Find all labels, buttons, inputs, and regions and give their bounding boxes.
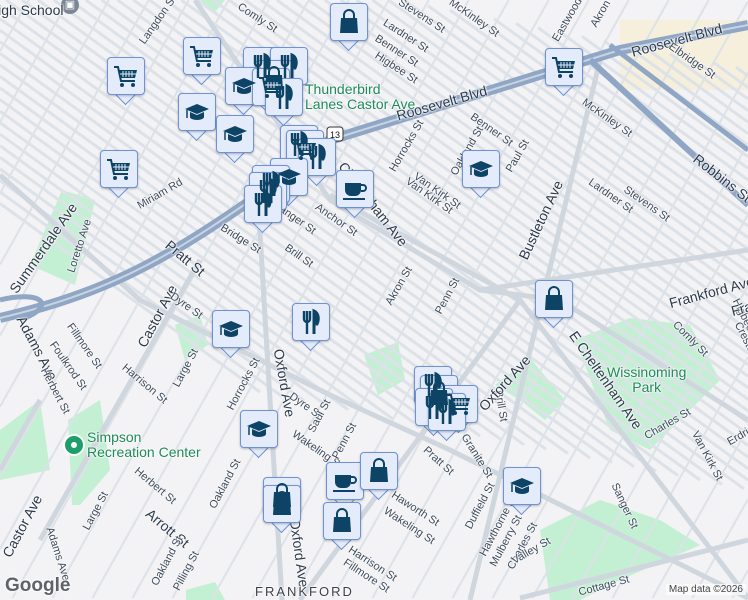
marker-body[interactable] — [323, 502, 361, 540]
shopping-bag-icon — [273, 491, 291, 515]
graduation-cap-icon — [223, 126, 247, 142]
marker-body[interactable] — [292, 303, 330, 341]
marker-shopping-cart[interactable] — [107, 57, 145, 106]
marker-body[interactable] — [326, 462, 364, 500]
marker-body[interactable] — [263, 485, 301, 523]
poi-simpson-recreation-center[interactable]: Simpson Recreation Center — [87, 430, 201, 460]
marker-body[interactable] — [535, 280, 573, 318]
marker-body[interactable] — [107, 57, 145, 95]
marker-graduation-cap[interactable] — [462, 150, 500, 199]
marker-body[interactable] — [298, 138, 336, 176]
shopping-bag-icon — [545, 286, 563, 310]
marker-body[interactable] — [336, 170, 374, 208]
street-label: High School — [0, 2, 64, 18]
graduation-cap-icon — [247, 421, 271, 437]
marker-restaurant[interactable] — [292, 303, 330, 352]
graduation-cap-icon — [232, 78, 256, 94]
shopping-cart-icon — [190, 46, 213, 67]
marker-shopping-bag[interactable] — [330, 3, 368, 52]
marker-shopping-bag[interactable] — [323, 502, 361, 551]
marker-body[interactable] — [503, 467, 541, 505]
marker-body[interactable] — [330, 3, 368, 41]
graduation-cap-icon — [469, 161, 493, 177]
marker-graduation-cap[interactable] — [216, 115, 254, 164]
marker-shopping-cart[interactable] — [545, 48, 583, 97]
shopping-cart-icon — [107, 159, 130, 180]
marker-graduation-cap[interactable] — [503, 467, 541, 516]
coffee-cup-icon — [343, 183, 367, 200]
marker-body[interactable] — [462, 150, 500, 188]
marker-graduation-cap[interactable] — [178, 93, 216, 142]
marker-shopping-cart[interactable] — [100, 150, 138, 199]
google-logo[interactable]: Google — [5, 575, 70, 597]
graduation-cap-icon — [219, 321, 243, 337]
map-attribution[interactable]: Map data ©2026 — [665, 584, 746, 595]
marker-shopping-bag[interactable] — [360, 452, 398, 501]
marker-coffee-cup[interactable] — [336, 170, 374, 219]
marker-body[interactable] — [178, 93, 216, 131]
restaurant-icon — [302, 308, 320, 334]
marker-body[interactable] — [100, 150, 138, 188]
marker-body[interactable] — [212, 310, 250, 348]
marker-restaurant[interactable] — [244, 185, 282, 234]
coffee-cup-icon — [333, 475, 357, 492]
restaurant-icon — [308, 143, 326, 169]
marker-shopping-bag[interactable] — [535, 280, 573, 329]
graduation-cap-icon — [510, 478, 534, 494]
poi-thunderbird-lanes[interactable]: Thunderbird Lanes Castor Ave — [305, 82, 415, 112]
marker-body[interactable] — [216, 115, 254, 153]
marker-body[interactable] — [545, 48, 583, 86]
restaurant-icon — [254, 190, 272, 216]
marker-body[interactable] — [240, 410, 278, 448]
district-label: FRANKFORD — [255, 584, 354, 599]
marker-graduation-cap[interactable] — [212, 310, 250, 359]
marker-body[interactable] — [360, 452, 398, 490]
marker-body[interactable] — [183, 37, 221, 75]
marker-shopping-cart[interactable] — [183, 37, 221, 86]
restaurant-icon — [275, 83, 293, 109]
shopping-cart-icon — [552, 57, 575, 78]
shopping-bag-icon — [333, 508, 351, 532]
shopping-bag-icon — [370, 458, 388, 482]
marker-body[interactable] — [428, 393, 466, 431]
shopping-bag-icon — [340, 9, 358, 33]
restaurant-icon — [438, 398, 456, 424]
marker-restaurant[interactable] — [428, 393, 466, 442]
shopping-cart-icon — [114, 66, 137, 87]
marker-shopping-bag[interactable] — [263, 485, 301, 534]
marker-body[interactable] — [265, 78, 303, 116]
marker-restaurant[interactable] — [265, 78, 303, 127]
marker-body[interactable] — [244, 185, 282, 223]
marker-graduation-cap[interactable] — [240, 410, 278, 459]
poi-wissinoming-park[interactable]: Wissinoming Park — [607, 365, 686, 395]
park-pin-icon[interactable] — [63, 434, 85, 456]
graduation-cap-icon — [185, 104, 209, 120]
